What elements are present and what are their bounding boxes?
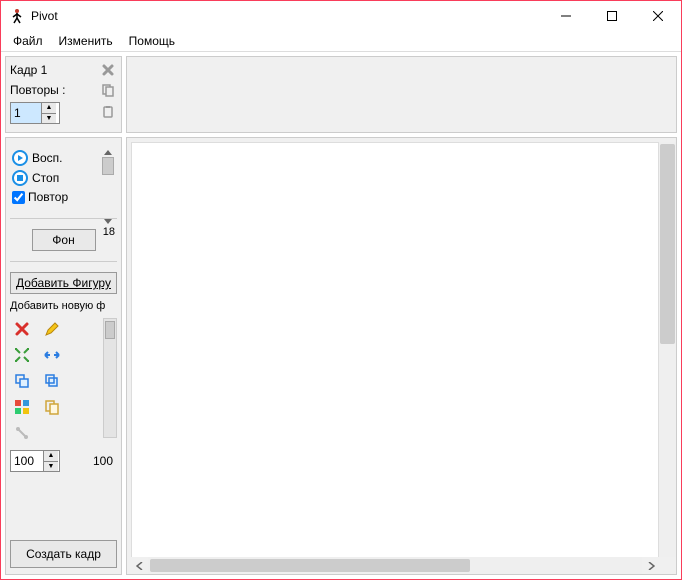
speed-thumb[interactable] xyxy=(102,157,114,175)
repeats-spinner[interactable]: ▲ ▼ xyxy=(10,102,60,124)
repeats-label: Повторы : xyxy=(10,83,65,97)
titlebar: Pivot xyxy=(1,1,681,31)
add-new-label: Добавить новую ф xyxy=(10,300,117,312)
repeats-input[interactable] xyxy=(11,103,41,123)
menubar: Файл Изменить Помощь xyxy=(1,31,681,52)
canvas-hscroll[interactable] xyxy=(131,557,659,574)
window-controls xyxy=(543,1,681,31)
center-icon xyxy=(14,347,30,363)
speed-down-icon[interactable] xyxy=(104,219,112,224)
tool-front[interactable] xyxy=(40,370,64,392)
minimize-button[interactable] xyxy=(543,1,589,31)
stop-label: Стоп xyxy=(32,171,59,185)
content: Кадр 1 Повторы : ▲ xyxy=(1,52,681,579)
flip-horizontal-icon xyxy=(43,348,61,362)
duplicate-icon xyxy=(14,373,30,389)
hscroll-left[interactable] xyxy=(131,557,148,574)
copy-icon xyxy=(44,399,60,415)
app-window: Pivot Файл Изменить Помощь Кадр 1 xyxy=(0,0,682,580)
loop-check-input[interactable] xyxy=(12,191,25,204)
tool-grid xyxy=(10,318,64,444)
background-button[interactable]: Фон xyxy=(32,229,96,251)
frame-panel: Кадр 1 Повторы : ▲ xyxy=(5,56,122,133)
stop-icon xyxy=(12,170,28,186)
scale-up[interactable]: ▲ xyxy=(44,451,58,462)
add-figure-button[interactable]: Добавить Фигуру xyxy=(10,272,117,294)
vscroll-thumb[interactable] xyxy=(660,144,675,344)
speed-value: 18 xyxy=(103,226,115,238)
close-button[interactable] xyxy=(635,1,681,31)
scale-row: ▲ ▼ 100 xyxy=(10,450,117,472)
speed-up-icon[interactable] xyxy=(104,150,112,155)
color-grid-icon xyxy=(14,399,30,415)
figure-scale-thumb[interactable] xyxy=(105,321,115,339)
tool-copy[interactable] xyxy=(40,396,64,418)
side-panel: Восп. Стоп Повтор 18 xyxy=(5,137,122,575)
pencil-icon xyxy=(44,321,60,337)
window-title: Pivot xyxy=(31,9,543,23)
tool-join[interactable] xyxy=(10,422,34,444)
scale-spinner[interactable]: ▲ ▼ xyxy=(10,450,60,472)
copy-frame-button[interactable] xyxy=(99,81,117,99)
tool-color[interactable] xyxy=(10,396,34,418)
hscroll-right[interactable] xyxy=(642,557,659,574)
frame-number-label: Кадр 1 xyxy=(10,63,47,77)
timeline-panel[interactable] xyxy=(126,56,677,133)
delete-frame-button[interactable] xyxy=(99,61,117,79)
tool-center[interactable] xyxy=(10,344,34,366)
menu-edit[interactable]: Изменить xyxy=(51,32,121,50)
menu-help[interactable]: Помощь xyxy=(121,32,183,50)
repeats-down[interactable]: ▼ xyxy=(42,114,56,124)
tool-flip[interactable] xyxy=(40,344,64,366)
play-label: Восп. xyxy=(32,151,63,165)
play-icon xyxy=(12,150,28,166)
tool-duplicate[interactable] xyxy=(10,370,34,392)
create-frame-button[interactable]: Создать кадр xyxy=(10,540,117,568)
main-row: Восп. Стоп Повтор 18 xyxy=(5,137,677,575)
canvas-area xyxy=(126,137,677,575)
scale-input[interactable] xyxy=(11,451,43,471)
tool-delete[interactable] xyxy=(10,318,34,340)
figure-scale-slider[interactable] xyxy=(103,318,117,438)
paste-frame-button[interactable] xyxy=(99,103,117,121)
scale-display: 100 xyxy=(93,454,113,468)
divider xyxy=(10,261,117,262)
tool-edit[interactable] xyxy=(40,318,64,340)
repeats-up[interactable]: ▲ xyxy=(42,103,56,114)
delete-icon xyxy=(14,321,30,337)
canvas-vscroll[interactable] xyxy=(659,142,676,557)
scale-down[interactable]: ▼ xyxy=(44,462,58,472)
playback-group: Восп. Стоп Повтор 18 xyxy=(10,144,117,212)
speed-slider[interactable]: 18 xyxy=(101,150,115,224)
bring-front-icon xyxy=(44,373,60,389)
join-icon xyxy=(14,425,30,441)
loop-label: Повтор xyxy=(28,190,68,204)
canvas[interactable] xyxy=(131,142,659,574)
maximize-button[interactable] xyxy=(589,1,635,31)
tool-grid-area xyxy=(10,318,117,444)
menu-file[interactable]: Файл xyxy=(5,32,51,50)
hscroll-thumb[interactable] xyxy=(150,559,470,572)
top-row: Кадр 1 Повторы : ▲ xyxy=(5,56,677,133)
app-icon xyxy=(9,8,25,24)
